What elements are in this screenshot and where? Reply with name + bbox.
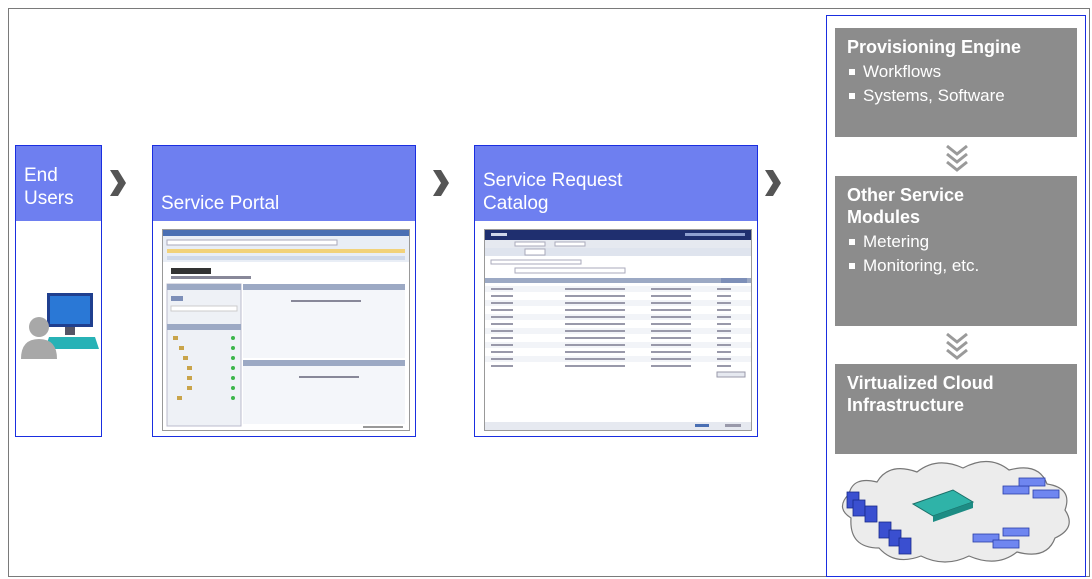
service-request-catalog-panel: Service Request Catalog — [474, 145, 758, 437]
list-item: Metering — [847, 230, 1065, 254]
service-request-catalog-header: Service Request Catalog — [475, 146, 757, 221]
provisioning-engine-box: Provisioning Engine Workflows Systems, S… — [835, 28, 1077, 137]
list-item: Workflows — [847, 60, 1065, 84]
service-portal-title: Service Portal — [161, 193, 280, 214]
chevron-right-icon — [433, 170, 449, 196]
end-users-header: End Users — [16, 146, 101, 221]
other-service-modules-list: Metering Monitoring, etc. — [847, 230, 1065, 278]
user-computer-icon — [21, 293, 99, 359]
service-portal-panel: Service Portal — [152, 145, 416, 437]
chevron-down-icon — [946, 144, 968, 172]
service-request-catalog-title: Service Request Catalog — [483, 170, 623, 214]
virtualized-cloud-box: Virtualized Cloud Infrastructure — [835, 364, 1077, 454]
service-request-catalog-screenshot — [484, 229, 752, 431]
service-portal-screenshot — [162, 229, 410, 431]
chevron-right-icon — [765, 170, 781, 196]
provisioning-engine-list: Workflows Systems, Software — [847, 60, 1065, 108]
other-service-modules-box: Other Service Modules Metering Monitorin… — [835, 176, 1077, 326]
virtualized-cloud-title: Virtualized Cloud Infrastructure — [847, 373, 994, 415]
list-item: Systems, Software — [847, 84, 1065, 108]
end-users-panel: End Users — [15, 145, 102, 437]
cloud-infrastructure-icon — [841, 460, 1070, 563]
provisioning-engine-title: Provisioning Engine — [847, 37, 1022, 57]
chevron-down-icon — [946, 332, 968, 360]
chevron-right-icon — [110, 170, 126, 196]
service-portal-header: Service Portal — [153, 146, 415, 221]
end-users-title: End Users — [24, 165, 74, 209]
backend-column: Provisioning Engine Workflows Systems, S… — [826, 15, 1086, 577]
other-service-modules-title: Other Service Modules — [847, 185, 965, 227]
list-item: Monitoring, etc. — [847, 254, 1065, 278]
